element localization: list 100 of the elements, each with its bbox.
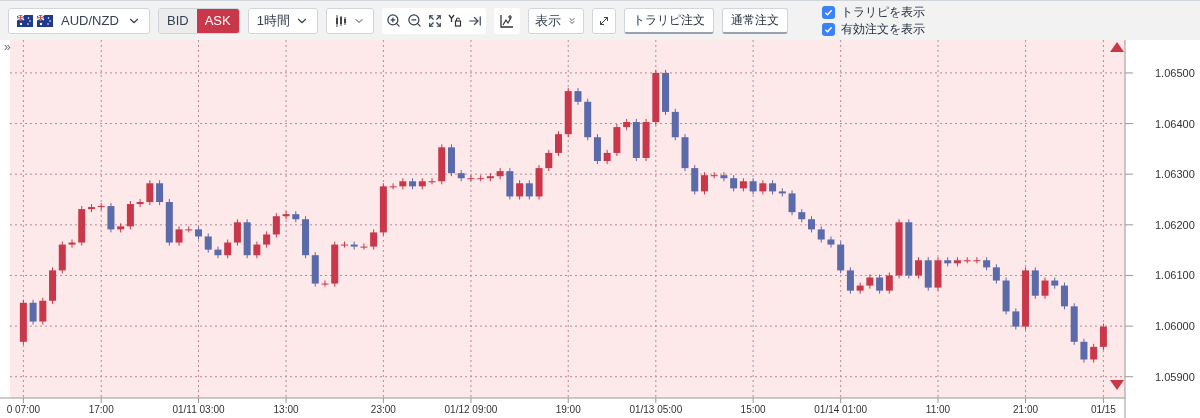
candlestick: [895, 218, 903, 279]
checkbox-label: トラリピを表示: [840, 5, 925, 19]
price-axis-label: 1.06000: [1155, 320, 1195, 333]
jump-to-end-icon[interactable]: [467, 13, 482, 28]
candlestick: [574, 87, 582, 106]
zoom-in-icon[interactable]: [385, 13, 401, 28]
candlestick: [195, 225, 202, 240]
candlestick: [146, 179, 154, 206]
time-axis-label: 0 07:00: [6, 404, 41, 415]
price-axis-label: 1.06200: [1155, 218, 1195, 231]
candlestick: [1080, 338, 1088, 364]
candlestick: [1012, 307, 1020, 331]
scroll-up-icon[interactable]: [1110, 42, 1124, 52]
chart-type-dropdown[interactable]: [325, 7, 374, 34]
candlestick: [613, 123, 621, 157]
candlestick: [107, 202, 115, 233]
panel-toggle[interactable]: »: [4, 40, 11, 54]
time-axis-label: 23:00: [370, 404, 396, 415]
candlestick: [710, 171, 718, 179]
display-dropdown[interactable]: 表示: [527, 7, 584, 34]
candlestick: [564, 87, 572, 138]
candlestick: [204, 232, 212, 254]
time-axis-label: 11:00: [925, 404, 951, 415]
scroll-down-icon[interactable]: [1110, 380, 1124, 390]
candlestick: [808, 215, 815, 233]
time-axis-label: 19:00: [555, 404, 581, 415]
candlestick: [720, 171, 728, 182]
candlestick: [350, 241, 358, 251]
candlestick: [973, 256, 981, 264]
flag-icon: [37, 14, 53, 27]
time-axis-label: 01/14 01:00: [814, 404, 868, 415]
time-axis-label: 13:00: [273, 404, 299, 415]
candlestick: [681, 133, 689, 172]
candlestick: [136, 198, 144, 208]
zoom-out-icon[interactable]: [406, 13, 422, 28]
price-axis-label: 1.06400: [1155, 117, 1195, 130]
time-axis-label: 21:00: [1013, 404, 1039, 415]
checkbox[interactable]: [821, 5, 835, 19]
symbol-dropdown[interactable]: AUD/NZD: [8, 7, 150, 34]
candlestick: [78, 205, 86, 247]
y-lock-icon[interactable]: [447, 13, 462, 28]
price-axis-label: 1.05900: [1155, 370, 1195, 383]
candlestick: [506, 167, 514, 200]
candlestick: [243, 218, 251, 259]
candlestick: [788, 189, 796, 216]
candlestick: [292, 210, 300, 223]
fullscreen-button[interactable]: [591, 7, 616, 34]
expand-icon: [597, 14, 610, 27]
order-button[interactable]: トラリピ注文: [623, 7, 714, 34]
time-axis-label: 01/11 03:00: [172, 404, 225, 415]
candlestick: [535, 164, 543, 200]
candlestick: [817, 225, 825, 244]
candlestick: [1070, 302, 1078, 346]
candlestick: [555, 130, 562, 157]
price-side-tab[interactable]: BID: [159, 8, 197, 33]
timeframe-dropdown[interactable]: 1時間: [247, 7, 318, 34]
indicator-icon: [499, 13, 514, 28]
candlestick: [905, 218, 913, 279]
candlestick: [321, 280, 329, 288]
candlestick: [467, 174, 475, 182]
candlestick-icon: [334, 14, 347, 27]
fit-screen-icon[interactable]: [427, 13, 442, 28]
price-side-tab[interactable]: ASK: [196, 8, 239, 33]
candlestick: [759, 179, 767, 195]
time-axis-label: 17:00: [88, 404, 114, 415]
candlestick: [88, 203, 95, 213]
candlestick: [963, 256, 971, 264]
candlestick: [642, 118, 650, 162]
candlestick: [545, 149, 553, 172]
time-axis-label: 15:00: [740, 404, 766, 415]
candlestick: [19, 299, 27, 346]
checkbox-label: 有効注文を表示: [840, 22, 925, 36]
candlestick: [749, 177, 757, 195]
candlestick: [389, 182, 397, 190]
candlestick: [29, 299, 37, 326]
candlestick: [39, 297, 47, 326]
indicator-button[interactable]: [493, 7, 520, 34]
order-button[interactable]: 通常注文: [721, 7, 788, 34]
candlestick: [448, 143, 455, 177]
candlestick: [1041, 277, 1049, 300]
candlestick: [934, 256, 942, 292]
candlestick: [97, 202, 105, 211]
checkbox[interactable]: [821, 22, 835, 36]
time-axis-label: 01/15: [1090, 404, 1116, 415]
candlestick: [282, 210, 290, 220]
candlestick: [866, 273, 874, 290]
time-axis-label: 01/12 09:00: [444, 404, 498, 415]
candlestick: [856, 282, 864, 295]
candlestick: [798, 208, 806, 223]
candlestick: [175, 225, 183, 247]
candlestick: [652, 69, 660, 126]
price-axis-label: 1.06300: [1155, 168, 1195, 181]
candlestick: [496, 167, 504, 180]
candlestick: [399, 177, 407, 190]
candlestick: [360, 243, 368, 251]
price-axis-label: 1.06100: [1155, 269, 1195, 282]
candlestick: [438, 143, 446, 185]
candlestick: [428, 177, 436, 185]
time-axis-label: 01/13 05:00: [629, 404, 683, 415]
candlestick: [185, 225, 193, 233]
